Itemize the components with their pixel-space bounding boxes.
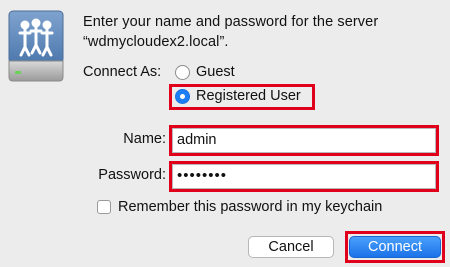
connect-button[interactable]: Connect	[349, 236, 441, 258]
dialog-message-line1: Enter your name and password for the ser…	[83, 14, 379, 30]
remember-label[interactable]: Remember this password in my keychain	[118, 199, 382, 215]
password-field[interactable]: ••••••••	[172, 164, 436, 189]
cancel-button[interactable]: Cancel	[248, 236, 334, 258]
radio-registered-user-label[interactable]: Registered User	[196, 88, 301, 104]
connect-as-label: Connect As:	[83, 64, 162, 80]
dialog-message-line2: “wdmycloudex2.local”.	[83, 34, 229, 50]
radio-guest-label[interactable]: Guest	[196, 64, 235, 80]
radio-guest[interactable]	[175, 65, 190, 80]
name-field[interactable]: admin	[172, 128, 436, 153]
radio-registered-user[interactable]	[175, 89, 190, 104]
remember-checkbox[interactable]	[97, 200, 111, 214]
network-server-icon	[7, 9, 65, 83]
password-label: Password:	[98, 167, 166, 183]
name-label: Name:	[123, 131, 166, 147]
